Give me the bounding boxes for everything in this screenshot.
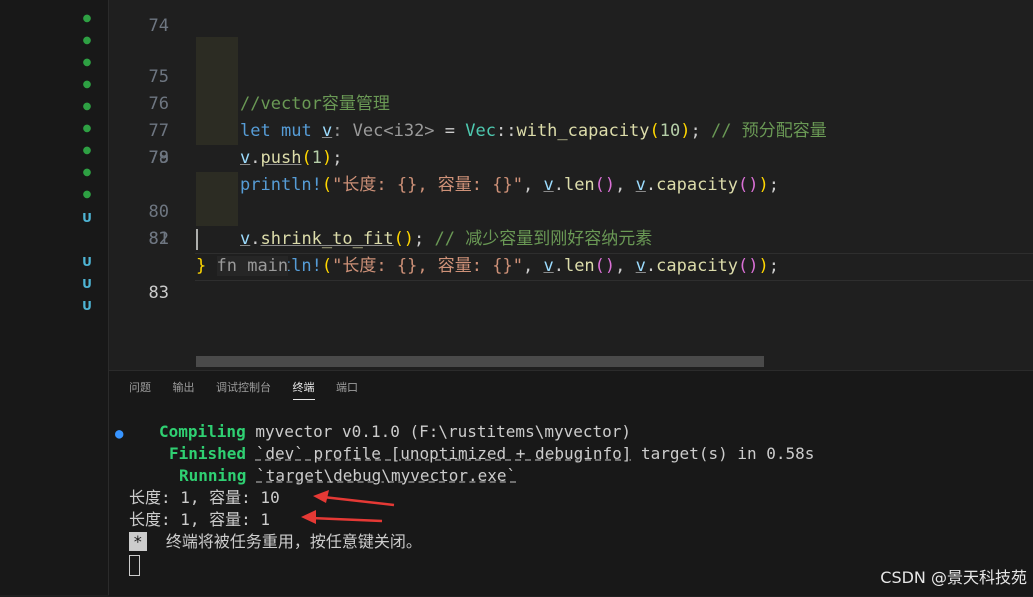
- cargo-status-label: Compiling: [159, 422, 246, 441]
- terminal-line: Running `target\debug\myvector.exe`: [179, 465, 516, 487]
- bottom-panel: 问题 输出 调试控制台 终端 端口 ● Compiling myvector v…: [109, 370, 1033, 596]
- terminal-line: Finished `dev` profile [unoptimized + de…: [169, 443, 814, 465]
- explorer-sidebar: ● ● ● ● ● ● ● ● ● U U U U: [0, 0, 109, 595]
- git-modified-dot: ●: [82, 101, 92, 112]
- tab-problems[interactable]: 问题: [129, 379, 151, 399]
- terminal-text: myvector v0.1.0 (F:\rustitems\myvector): [255, 422, 632, 441]
- panel-tabs: 问题 输出 调试控制台 终端 端口: [129, 379, 376, 401]
- tab-terminal[interactable]: 终端: [292, 379, 315, 400]
- terminal-cursor: [129, 555, 140, 576]
- terminal-line: * 终端将被任务重用，按任意键关闭。: [129, 531, 422, 553]
- terminal-line: 长度: 1, 容量: 1: [129, 510, 271, 529]
- git-modified-dot: ●: [82, 13, 92, 24]
- tab-ports[interactable]: 端口: [336, 379, 358, 399]
- terminal-link[interactable]: `target\debug\myvector.exe`: [256, 466, 516, 485]
- git-modified-dot: ●: [82, 145, 92, 156]
- git-modified-dot: ●: [82, 123, 92, 134]
- horizontal-scrollbar[interactable]: [196, 356, 764, 367]
- git-modified-dot: ●: [82, 35, 92, 46]
- code-line: 82 } fn main: [109, 199, 1033, 276]
- code-line: 79: [109, 118, 1033, 168]
- terminal-text: 终端将被任务重用，按任意键关闭。: [165, 532, 422, 551]
- cargo-status-label: Finished: [169, 444, 247, 463]
- tab-output[interactable]: 输出: [173, 379, 195, 399]
- code-line: 81 println!("长度: {}, 容量: {}", v.len(), v…: [109, 172, 1033, 276]
- line-number: 83: [148, 283, 169, 303]
- code-line: 75 //vector容量管理: [109, 10, 1033, 114]
- git-modified-dot: ●: [82, 57, 92, 68]
- text-caret: [196, 229, 198, 250]
- git-untracked-marker: U: [82, 299, 92, 313]
- annotation-arrow-icon: [301, 510, 383, 524]
- git-untracked-marker: U: [82, 277, 92, 291]
- code-line: 78 println!("长度: {}, 容量: {}", v.len(), v…: [109, 91, 1033, 195]
- git-modified-dot: ●: [82, 79, 92, 90]
- git-untracked-marker: U: [82, 255, 92, 269]
- code-line: 76 let mut v: Vec<i32> = Vec::with_capac…: [109, 37, 1033, 141]
- terminal-line: Compiling myvector v0.1.0 (F:\rustitems\…: [159, 421, 631, 443]
- git-untracked-marker: U: [82, 211, 92, 225]
- code-line: 77 v.push(1);: [109, 64, 1033, 168]
- code-editor[interactable]: 74 75 //vector容量管理 76 let mut v: Vec<i32…: [109, 0, 1033, 370]
- watermark: CSDN @景天科技苑: [880, 568, 1027, 587]
- cargo-status-label: Running: [179, 466, 247, 485]
- code-line-current[interactable]: 83: [109, 226, 1033, 303]
- tab-debug-console[interactable]: 调试控制台: [216, 379, 271, 399]
- terminal-line: 长度: 1, 容量: 10: [129, 488, 280, 507]
- git-modified-dot: ●: [82, 167, 92, 178]
- annotation-arrow-icon: [313, 490, 395, 507]
- terminal-link[interactable]: `dev` profile [unoptimized + debuginfo]: [256, 444, 632, 463]
- reuse-marker: *: [129, 532, 147, 551]
- code-line: 80 v.shrink_to_fit(); // 减少容量到刚好容纳元素: [109, 145, 1033, 249]
- current-line-highlight: [195, 253, 1033, 281]
- terminal-text: target(s) in 0.58s: [631, 444, 815, 463]
- git-modified-dot: ●: [82, 189, 92, 200]
